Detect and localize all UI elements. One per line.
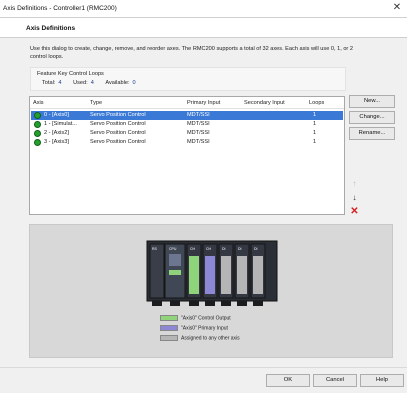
status-ok-icon: [34, 121, 41, 128]
total-loops: Total: 4: [42, 80, 62, 86]
module-label-di-2: DI: [238, 247, 242, 251]
move-down-icon[interactable]: ↓: [349, 192, 360, 203]
table-row[interactable]: 0 - [Axis0] Servo Position Control MDT/S…: [31, 111, 343, 120]
move-up-icon[interactable]: ↑: [349, 178, 360, 189]
column-header-type[interactable]: Type: [90, 100, 102, 106]
legend-swatch: [160, 335, 178, 341]
table-row[interactable]: 3 - [Axis3] Servo Position Control MDT/S…: [31, 138, 343, 147]
legend-primary-input: "Axis0" Primary Input: [160, 325, 228, 331]
column-header-secondary-input[interactable]: Secondary Input: [244, 100, 285, 106]
column-header-loops[interactable]: Loops: [309, 100, 324, 106]
legend-swatch: [160, 315, 178, 321]
used-loops: Used: 4: [73, 80, 94, 86]
dialog-content: Use this dialog to create, change, remov…: [0, 38, 407, 367]
hardware-diagram: RS CPU CH CH DI DI DI "Axis0" Control Ou…: [29, 224, 393, 358]
status-ok-icon: [34, 139, 41, 146]
dialog-heading: Axis Definitions: [26, 25, 76, 32]
module-label-ch-2: CH: [206, 247, 212, 251]
rename-axis-button[interactable]: Rename...: [349, 127, 395, 140]
feature-key-group: Feature Key Control Loops Total: 4 Used: 4…: [30, 67, 346, 91]
module-label-di-3: DI: [254, 247, 258, 251]
table-row[interactable]: 1 - [Simulat... Servo Position Control M…: [31, 120, 343, 129]
change-axis-button[interactable]: Change...: [349, 111, 395, 124]
column-header-axis[interactable]: Axis: [33, 100, 44, 106]
legend-swatch: [160, 325, 178, 331]
window-title: Axis Definitions - Controller1 (RMC200): [3, 5, 117, 12]
module-label-rs: RS: [152, 247, 158, 251]
legend-control-output: "Axis0" Control Output: [160, 315, 231, 321]
dialog-header: Axis Definitions: [0, 18, 407, 38]
available-loops: Available: 0: [105, 80, 136, 86]
module-label-cpu: CPU: [169, 247, 177, 251]
legend-other-axis: Assigned to any other axis: [160, 335, 240, 341]
title-bar: Axis Definitions - Controller1 (RMC200) …: [0, 0, 407, 18]
module-label-di-1: DI: [222, 247, 226, 251]
new-axis-button[interactable]: New...: [349, 95, 395, 108]
delete-axis-icon[interactable]: ✕: [349, 206, 360, 217]
close-icon[interactable]: ✕: [391, 2, 403, 14]
axis-table[interactable]: Axis Type Primary Input Secondary Input …: [29, 96, 345, 215]
dialog-footer: OK Cancel Help: [0, 367, 407, 393]
ok-button[interactable]: OK: [266, 374, 310, 387]
status-ok-icon: [34, 130, 41, 137]
table-row[interactable]: 2 - [Axis2] Servo Position Control MDT/S…: [31, 129, 343, 138]
help-button[interactable]: Help: [360, 374, 404, 387]
column-header-primary-input[interactable]: Primary Input: [187, 100, 220, 106]
status-ok-icon: [34, 112, 41, 119]
cancel-button[interactable]: Cancel: [313, 374, 357, 387]
dialog-description: Use this dialog to create, change, remov…: [30, 46, 353, 60]
feature-key-label: Feature Key Control Loops: [37, 71, 104, 77]
module-label-ch-1: CH: [190, 247, 196, 251]
feature-key-values: Total: 4 Used: 4 Available: 0: [42, 80, 146, 86]
table-header: Axis Type Primary Input Secondary Input …: [30, 97, 344, 109]
